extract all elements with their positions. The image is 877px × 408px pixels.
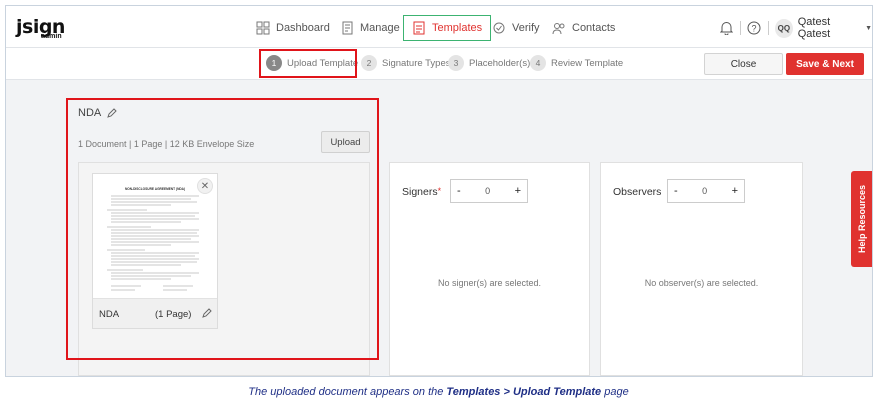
chevron-down-icon: ▼ [865,24,872,32]
contacts-icon [552,23,565,35]
nav-templates[interactable]: Templates [403,15,492,41]
manage-icon [342,21,353,35]
observers-panel: Observers - 0 + No observer(s) are selec… [600,162,803,376]
increment-button[interactable]: + [732,185,738,197]
decrement-button[interactable]: - [457,185,461,197]
observers-empty-message: No observer(s) are selected. [644,278,759,288]
verify-icon [493,22,505,34]
caption-bold: Templates > Upload Template [446,386,602,398]
required-mark: * [437,186,442,196]
signers-stepper: - 0 + [450,179,528,203]
step-signature-types[interactable]: 2 Signature Types [361,55,450,71]
nav-manage[interactable]: Manage [340,16,400,40]
nav-contacts[interactable]: Contacts [552,16,615,40]
step-number: 3 [448,55,464,71]
nav-manage-label: Manage [360,22,400,34]
step-number: 4 [530,55,546,71]
decrement-button[interactable]: - [674,185,678,197]
user-menu[interactable]: QQ Qatest Qatest ▼ [775,16,872,40]
caption: The uploaded document appears on the Tem… [0,386,877,398]
app-window: jsign admin Dashboard Manage Templates V… [5,5,873,377]
avatar: QQ [775,18,793,38]
step-placeholders[interactable]: 3 Placeholder(s) [448,55,530,71]
logo-subtitle: admin [41,33,62,40]
templates-icon [413,21,425,35]
svg-text:?: ? [751,24,756,34]
step-highlight-box [259,49,357,78]
notifications-button[interactable] [720,18,733,38]
caption-text-end: page [601,386,629,398]
top-nav: jsign admin Dashboard Manage Templates V… [6,6,872,48]
nav-dashboard-label: Dashboard [276,22,330,34]
save-next-button[interactable]: Save & Next [786,53,864,75]
nav-divider [740,21,741,35]
user-name: Qatest Qatest [797,16,831,40]
signers-label: Signers* [402,186,442,198]
nav-contacts-label: Contacts [572,22,616,34]
help-icon: ? [747,21,761,35]
step-label: Signature Types [382,57,451,69]
help-resources-label: Help Resources [856,184,867,254]
signers-panel: Signers* - 0 + No signer(s) are selected… [389,162,590,376]
nav-divider [768,21,769,35]
main-content: NDA 1 Document | 1 Page | 12 KB Envelope… [6,80,872,376]
signers-count[interactable]: 0 [485,186,490,196]
step-label: Review Template [551,57,624,69]
highlight-box [66,98,379,360]
caption-text: The uploaded document appears on the [248,386,447,398]
dashboard-icon [256,21,270,35]
observers-label: Observers [613,186,662,198]
nav-templates-label: Templates [432,22,483,34]
step-label: Placeholder(s) [469,57,531,69]
bell-icon [720,22,733,35]
close-button[interactable]: Close [704,53,783,75]
observers-stepper: - 0 + [667,179,745,203]
nav-dashboard[interactable]: Dashboard [256,16,330,40]
nav-verify[interactable]: Verify [492,16,540,40]
help-button[interactable]: ? [747,18,761,38]
step-review-template[interactable]: 4 Review Template [530,55,623,71]
help-resources-tab[interactable]: Help Resources [851,171,872,267]
nav-verify-label: Verify [512,22,540,34]
observers-count[interactable]: 0 [702,186,707,196]
step-number: 2 [361,55,377,71]
signers-empty-message: No signer(s) are selected. [437,278,542,288]
increment-button[interactable]: + [515,185,521,197]
step-bar: 1 Upload Template 2 Signature Types 3 Pl… [6,48,872,80]
